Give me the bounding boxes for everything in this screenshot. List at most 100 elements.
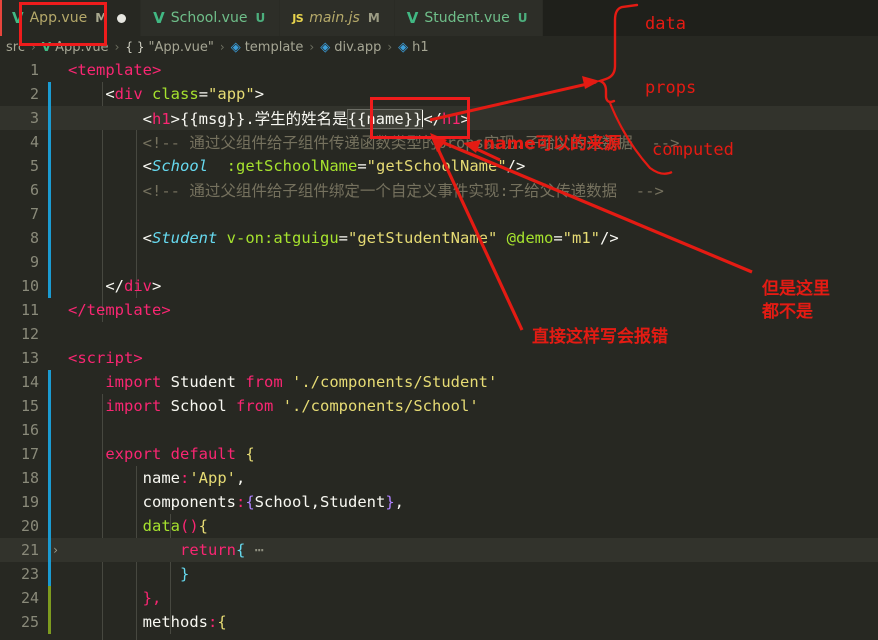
breadcrumb: src › V App.vue › { } "App.vue" › ◈ temp…	[0, 36, 878, 58]
code-line[interactable]: 1 <template>	[0, 58, 878, 82]
code-content: <School :getSchoolName="getSchoolName"/>	[142, 157, 526, 175]
breadcrumb-separator-icon: ›	[219, 40, 225, 54]
code-line[interactable]: 13 <script>	[0, 346, 878, 370]
code-content: </div>	[105, 277, 162, 295]
code-content: export default {	[105, 445, 255, 463]
code-line[interactable]: 17 export default {	[0, 442, 878, 466]
code-line[interactable]: 12	[0, 322, 878, 346]
line-number: 5	[29, 157, 39, 175]
code-line[interactable]: 8 <Student v-on:atguigu="getStudentName"…	[0, 226, 878, 250]
code-line[interactable]: 2 <div class="app">	[0, 82, 878, 106]
line-number: 19	[20, 493, 39, 511]
tab-label: School.vue	[170, 10, 248, 26]
line-number: 10	[20, 277, 39, 295]
line-number: 8	[29, 229, 39, 247]
line-number: 6	[29, 181, 39, 199]
code-content: import Student from './components/Studen…	[105, 373, 498, 391]
line-number: 24	[20, 589, 39, 607]
code-content: <template>	[68, 61, 162, 79]
tab-student-vue[interactable]: V Student.vue U	[394, 0, 543, 36]
git-change-marker	[48, 514, 51, 538]
cube-icon: ◈	[230, 39, 241, 55]
code-line-active[interactable]: 3 <h1>{{msg}}.学生的姓名是{{name}}</h1>	[0, 106, 878, 130]
code-line[interactable]: 4 <!-- 通过父组件给子组件传递函数类型的props实现:子给父传递数据 -…	[0, 130, 878, 154]
code-line[interactable]: 15 import School from './components/Scho…	[0, 394, 878, 418]
tab-bar-filler	[542, 0, 878, 36]
annotation-name-source: name可以的来源	[483, 134, 621, 154]
code-line[interactable]: 25 methods:{	[0, 610, 878, 634]
tab-school-vue[interactable]: V School.vue U	[141, 0, 281, 36]
vscode-window: V App.vue M V School.vue U JS main.js M …	[0, 0, 878, 640]
code-content: }	[179, 565, 190, 583]
line-number: 14	[20, 373, 39, 391]
line-number: 12	[20, 325, 39, 343]
breadcrumb-label: "App.vue"	[148, 39, 214, 55]
cube-icon: ◈	[320, 39, 331, 55]
code-line[interactable]: 16	[0, 418, 878, 442]
breadcrumb-item-src[interactable]: src	[6, 40, 25, 55]
line-number: 16	[20, 421, 39, 439]
annotation-computed-label: computed	[652, 140, 734, 160]
tab-main-js[interactable]: JS main.js M	[280, 0, 395, 36]
breadcrumb-item-symbol-file[interactable]: { } "App.vue"	[125, 40, 214, 55]
code-content: methods:{	[142, 613, 227, 631]
breadcrumb-item-app-vue[interactable]: V App.vue	[42, 40, 109, 55]
code-line-folded[interactable]: 21 › return{ ⋯	[0, 538, 878, 562]
breadcrumb-item-div-app[interactable]: ◈ div.app	[320, 40, 381, 55]
line-number: 23	[20, 565, 39, 583]
line-number: 18	[20, 469, 39, 487]
unsaved-dot-icon[interactable]	[117, 13, 127, 23]
code-line[interactable]: 23 }	[0, 562, 878, 586]
js-icon: JS	[292, 11, 304, 25]
git-change-marker	[48, 82, 51, 106]
line-number: 7	[29, 205, 39, 223]
annotation-props-label: props	[645, 78, 697, 98]
code-line[interactable]: 5 <School :getSchoolName="getSchoolName"…	[0, 154, 878, 178]
tab-label: Student.vue	[424, 10, 510, 26]
breadcrumb-separator-icon: ›	[114, 40, 120, 54]
tab-app-vue[interactable]: V App.vue M	[0, 0, 142, 36]
code-line[interactable]: 20 data(){	[0, 514, 878, 538]
git-added-marker	[48, 610, 51, 634]
code-line[interactable]: 7	[0, 202, 878, 226]
git-change-marker	[48, 106, 51, 130]
line-number: 1	[29, 61, 39, 79]
git-change-marker	[48, 250, 51, 274]
vue-icon: V	[153, 8, 165, 27]
code-content: <!-- 通过父组件给子组件绑定一个自定义事件实现:子给父传递数据 -->	[68, 182, 664, 200]
code-content: },	[142, 589, 162, 607]
git-added-marker	[48, 586, 51, 610]
code-line[interactable]: 24 },	[0, 586, 878, 610]
line-number: 21	[20, 541, 39, 559]
code-line[interactable]: 6 <!-- 通过父组件给子组件绑定一个自定义事件实现:子给父传递数据 -->	[0, 178, 878, 202]
line-number: 2	[29, 85, 39, 103]
code-line[interactable]: 14 import Student from './components/Stu…	[0, 370, 878, 394]
breadcrumb-item-h1[interactable]: ◈ h1	[398, 40, 429, 55]
git-change-marker	[48, 490, 51, 514]
breadcrumb-item-template[interactable]: ◈ template	[231, 40, 304, 55]
editor-tab-bar: V App.vue M V School.vue U JS main.js M …	[0, 0, 878, 36]
code-line[interactable]: 11 </template>	[0, 298, 878, 322]
tab-status-badge: M	[367, 11, 380, 25]
line-number: 13	[20, 349, 39, 367]
tab-status-badge: U	[255, 11, 266, 25]
braces-icon: { }	[125, 40, 145, 54]
line-number: 9	[29, 253, 39, 271]
breadcrumb-label: div.app	[334, 39, 382, 55]
code-line[interactable]: 18 name:'App',	[0, 466, 878, 490]
git-change-marker	[48, 370, 51, 394]
git-change-marker	[48, 226, 51, 250]
code-line[interactable]: 9	[0, 250, 878, 274]
code-line[interactable]: 10 </div>	[0, 274, 878, 298]
code-content: <Student v-on:atguigu="getStudentName" @…	[142, 229, 619, 247]
code-editor[interactable]: 1 <template> 2 <div class="app"> 3 <h1>{…	[0, 58, 878, 640]
git-change-marker	[48, 466, 51, 490]
code-content: <script>	[68, 349, 143, 367]
tab-label: main.js	[309, 10, 360, 26]
code-line[interactable]: 19 components:{School,Student},	[0, 490, 878, 514]
line-number: 20	[20, 517, 39, 535]
git-change-marker	[48, 130, 51, 154]
tab-label: App.vue	[29, 10, 88, 26]
code-content: return{ ⋯	[179, 541, 265, 559]
code-content: <h1>{{msg}}.学生的姓名是{{name}}</h1>	[142, 109, 471, 129]
